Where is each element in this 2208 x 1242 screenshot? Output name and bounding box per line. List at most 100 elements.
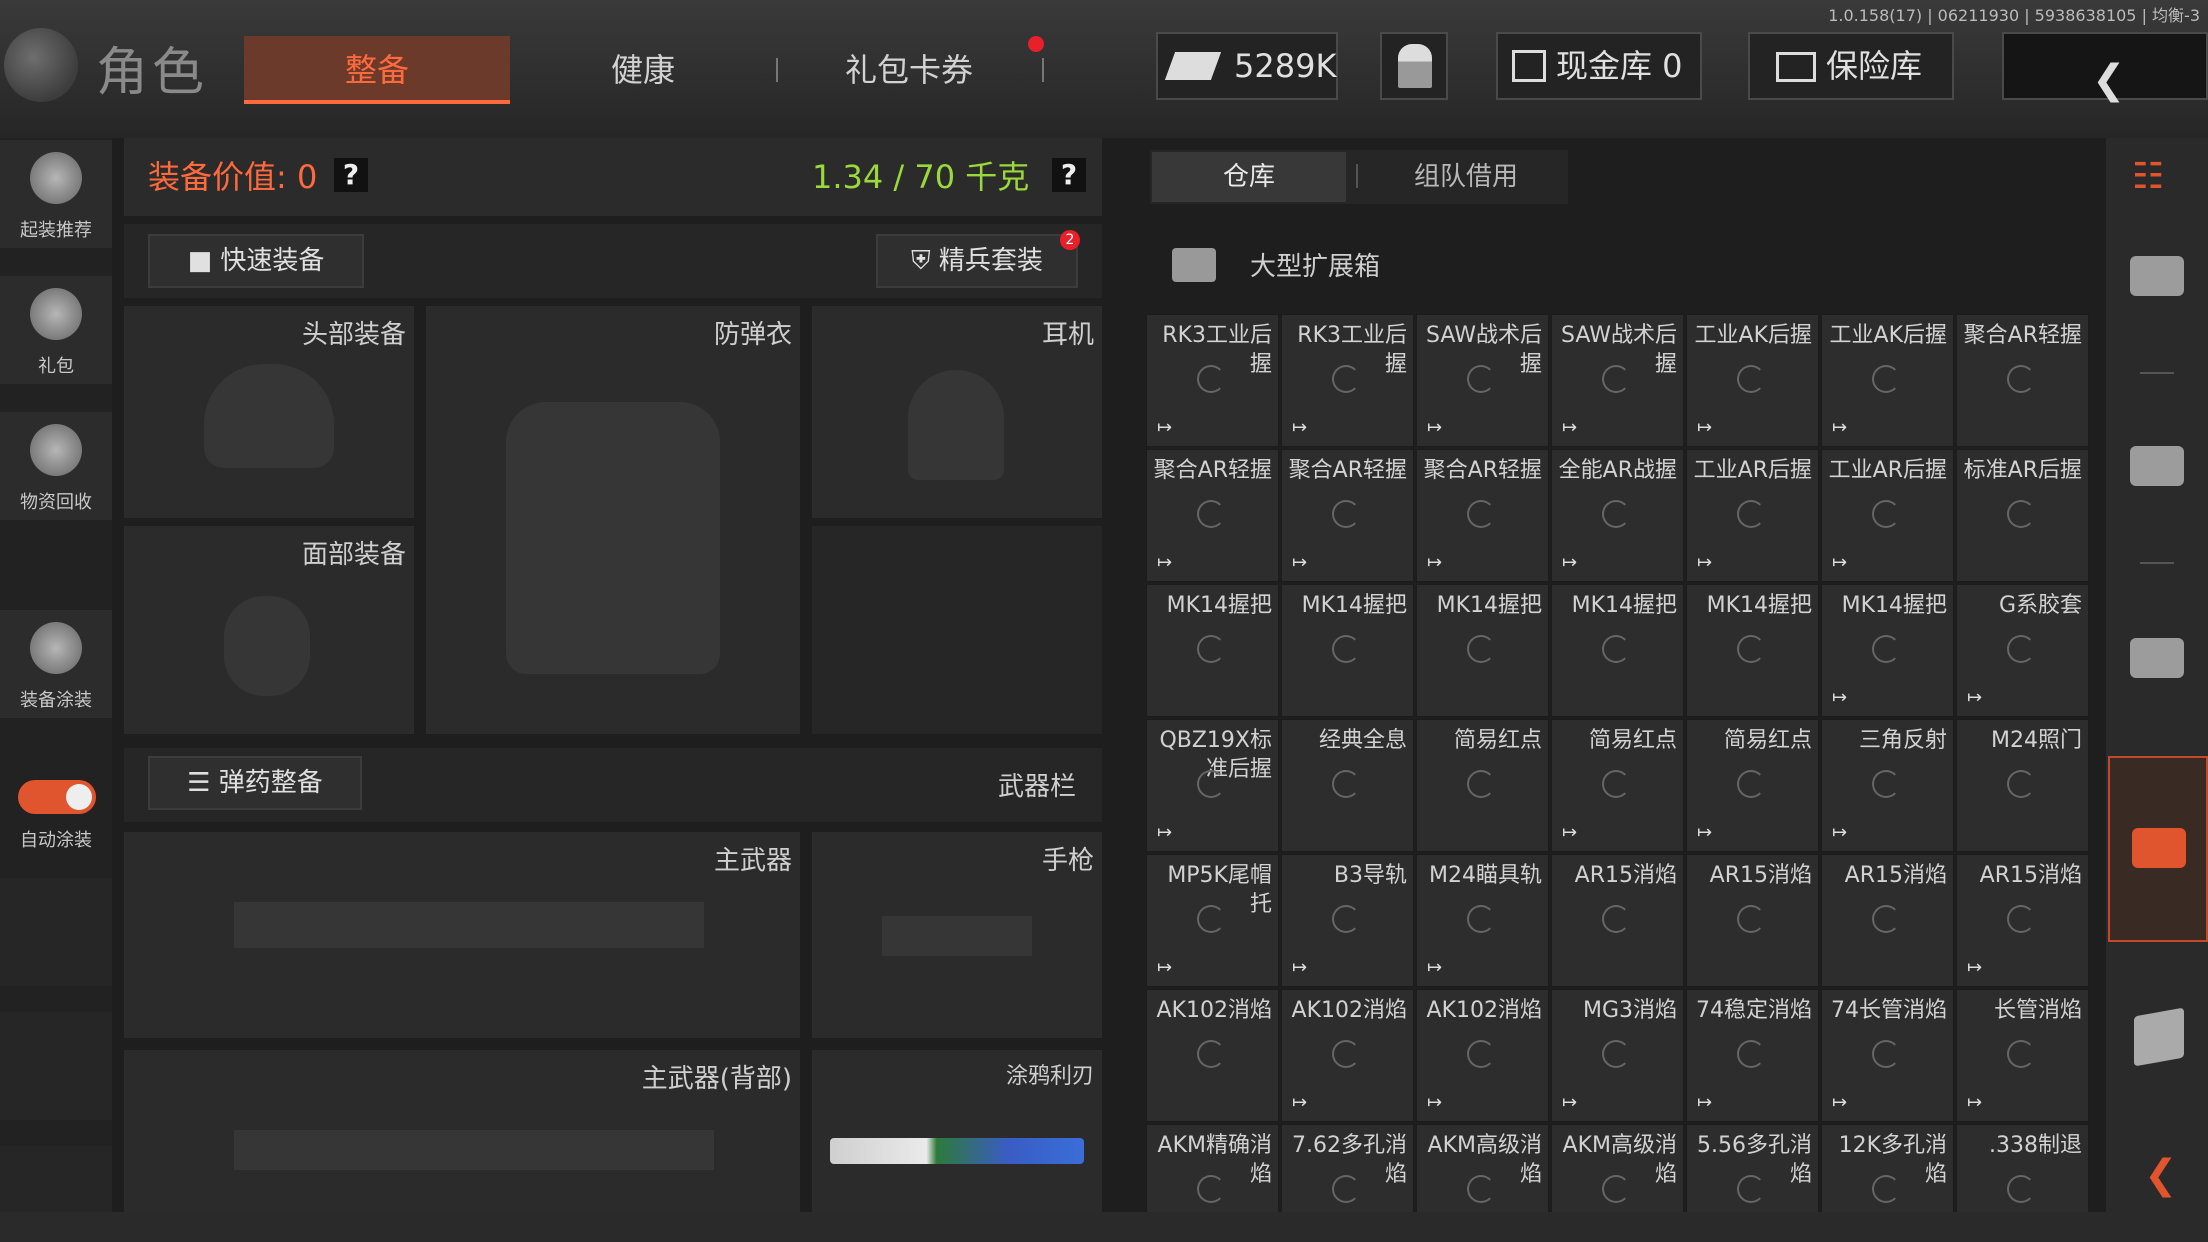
- warehouse-item[interactable]: .338制退: [1956, 1124, 2089, 1214]
- slot-face[interactable]: 面部装备: [124, 526, 414, 734]
- warehouse-item[interactable]: MK14握把: [1146, 584, 1279, 717]
- warehouse-item[interactable]: 三角反射 ↦: [1821, 719, 1954, 852]
- warehouse-item[interactable]: 74稳定消焰 ↦: [1686, 989, 1819, 1122]
- warehouse-item[interactable]: MP5K尾帽托 ↦: [1146, 854, 1279, 987]
- item-name: AK102消焰: [1426, 998, 1542, 1023]
- tab-gift-coupons[interactable]: 礼包卡券: [776, 36, 1042, 104]
- sidebar-empty-slot: [0, 878, 112, 986]
- warehouse-item[interactable]: AR15消焰: [1821, 854, 1954, 987]
- export-arrow-icon: ↦: [1832, 1092, 1848, 1113]
- warehouse-item[interactable]: 74长管消焰 ↦: [1821, 989, 1954, 1122]
- warehouse-item[interactable]: QBZ19X标准后握 ↦: [1146, 719, 1279, 852]
- money-display[interactable]: 5289K: [1156, 32, 1338, 100]
- help-button[interactable]: ?: [334, 158, 368, 192]
- warehouse-item[interactable]: AKM精确消焰: [1146, 1124, 1279, 1214]
- weight-help-button[interactable]: ?: [1052, 158, 1086, 192]
- slot-head[interactable]: 头部装备: [124, 306, 414, 518]
- warehouse-item[interactable]: 12K多孔消焰: [1821, 1124, 1954, 1214]
- container-tab-icon[interactable]: [2130, 446, 2184, 486]
- warehouse-item[interactable]: AK102消焰 ↦: [1416, 989, 1549, 1122]
- export-arrow-icon: ↦: [1427, 957, 1443, 978]
- warehouse-item[interactable]: MK14握把: [1686, 584, 1819, 717]
- chevron-left-icon[interactable]: ❮: [2144, 1152, 2178, 1198]
- warehouse-item[interactable]: AR15消焰: [1686, 854, 1819, 987]
- tab-team-borrow[interactable]: 组队借用: [1366, 152, 1566, 202]
- item-name: 工业AR后握: [1828, 458, 1947, 483]
- warehouse-item[interactable]: AK102消焰 ↦: [1281, 989, 1414, 1122]
- gift-icon: [30, 288, 82, 340]
- sidebar-item-loadout-recommend[interactable]: 起装推荐: [0, 140, 112, 248]
- warehouse-item[interactable]: 标准AR后握: [1956, 449, 2089, 582]
- loading-spinner-icon: [1602, 905, 1630, 933]
- warehouse-item[interactable]: AK102消焰: [1146, 989, 1279, 1122]
- warehouse-item[interactable]: 长管消焰 ↦: [1956, 989, 2089, 1122]
- tab-equip[interactable]: 整备: [244, 36, 510, 104]
- warehouse-item[interactable]: 工业AK后握 ↦: [1686, 314, 1819, 447]
- container-tab-icon[interactable]: [2130, 256, 2184, 296]
- slot-primary-back[interactable]: 主武器(背部): [124, 1050, 800, 1212]
- export-arrow-icon: ↦: [1292, 552, 1308, 573]
- export-arrow-icon: ↦: [1427, 552, 1443, 573]
- cube-icon[interactable]: [2134, 1007, 2184, 1067]
- back-button[interactable]: ❮: [2002, 32, 2208, 103]
- warehouse-item[interactable]: M24照门: [1956, 719, 2089, 852]
- tab-health[interactable]: 健康: [510, 36, 776, 104]
- auto-skin-toggle[interactable]: [18, 780, 96, 814]
- sidebar-item-gift[interactable]: 礼包: [0, 276, 112, 384]
- warehouse-item[interactable]: AKM高级消焰: [1551, 1124, 1684, 1214]
- warehouse-item[interactable]: 5.56多孔消焰: [1686, 1124, 1819, 1214]
- slot-pistol[interactable]: 手枪: [812, 832, 1102, 1038]
- sidebar-item-recycle[interactable]: 物资回收: [0, 412, 112, 520]
- warehouse-item[interactable]: G系胶套 ↦: [1956, 584, 2089, 717]
- item-name: 三角反射: [1858, 728, 1947, 753]
- warehouse-item[interactable]: MK14握把 ↦: [1821, 584, 1954, 717]
- container-tab-icon[interactable]: [2130, 638, 2184, 678]
- warehouse-item[interactable]: 聚合AR轻握 ↦: [1146, 449, 1279, 582]
- warehouse-item[interactable]: RK3工业后握 ↦: [1281, 314, 1414, 447]
- warehouse-item[interactable]: 工业AR后握 ↦: [1686, 449, 1819, 582]
- warehouse-item[interactable]: 7.62多孔消焰: [1281, 1124, 1414, 1214]
- warehouse-item[interactable]: AR15消焰: [1551, 854, 1684, 987]
- slot-headset[interactable]: 耳机: [812, 306, 1102, 518]
- warehouse-item[interactable]: AR15消焰 ↦: [1956, 854, 2089, 987]
- ammo-prep-button[interactable]: ☰ 弹药整备: [148, 756, 362, 810]
- warehouse-item[interactable]: MK14握把: [1281, 584, 1414, 717]
- quick-equip-button[interactable]: ■ 快速装备: [148, 234, 364, 288]
- safe-icon: [1776, 52, 1816, 82]
- export-arrow-icon: ↦: [1697, 552, 1713, 573]
- operator-button[interactable]: [1380, 32, 1448, 100]
- sidebar-item-equip-skin[interactable]: 装备涂装: [0, 610, 112, 718]
- warehouse-item[interactable]: M24瞄具轨 ↦: [1416, 854, 1549, 987]
- safe-box-button[interactable]: 保险库: [1748, 32, 1954, 100]
- warehouse-item[interactable]: 聚合AR轻握: [1956, 314, 2089, 447]
- warehouse-item[interactable]: 聚合AR轻握 ↦: [1281, 449, 1414, 582]
- warehouse-item[interactable]: AKM高级消焰: [1416, 1124, 1549, 1214]
- warehouse-item[interactable]: MK14握把: [1551, 584, 1684, 717]
- warehouse-item[interactable]: B3导轨 ↦: [1281, 854, 1414, 987]
- sort-icon[interactable]: ☷: [2132, 156, 2164, 197]
- warehouse-item[interactable]: SAW战术后握 ↦: [1551, 314, 1684, 447]
- warehouse-item[interactable]: 简易红点 ↦: [1686, 719, 1819, 852]
- slot-primary-weapon[interactable]: 主武器: [124, 832, 800, 1038]
- export-arrow-icon: ↦: [1157, 957, 1173, 978]
- tab-warehouse[interactable]: 仓库: [1152, 152, 1346, 202]
- warehouse-item[interactable]: 简易红点 ↦: [1551, 719, 1684, 852]
- warehouse-item[interactable]: 全能AR战握 ↦: [1551, 449, 1684, 582]
- warehouse-item[interactable]: SAW战术后握 ↦: [1416, 314, 1549, 447]
- warehouse-item[interactable]: MG3消焰 ↦: [1551, 989, 1684, 1122]
- warehouse-item[interactable]: 工业AK后握 ↦: [1821, 314, 1954, 447]
- warehouse-item[interactable]: RK3工业后握 ↦: [1146, 314, 1279, 447]
- warehouse-item[interactable]: 简易红点: [1416, 719, 1549, 852]
- warehouse-item[interactable]: 经典全息: [1281, 719, 1414, 852]
- slot-melee[interactable]: 涂鸦利刃: [812, 1050, 1102, 1212]
- warehouse-item[interactable]: MK14握把: [1416, 584, 1549, 717]
- container-label: 大型扩展箱: [1250, 252, 1381, 282]
- elite-kit-button[interactable]: ⛨ 精兵套装: [876, 234, 1078, 288]
- item-name: 工业AR后握: [1693, 458, 1812, 483]
- cash-vault-button[interactable]: 现金库 0: [1496, 32, 1702, 100]
- warehouse-item[interactable]: 工业AR后握 ↦: [1821, 449, 1954, 582]
- slot-armor[interactable]: 防弹衣: [426, 306, 800, 734]
- warehouse-item[interactable]: 聚合AR轻握 ↦: [1416, 449, 1549, 582]
- loading-spinner-icon: [1197, 1040, 1225, 1068]
- sidebar-item-label: 礼包: [38, 356, 74, 377]
